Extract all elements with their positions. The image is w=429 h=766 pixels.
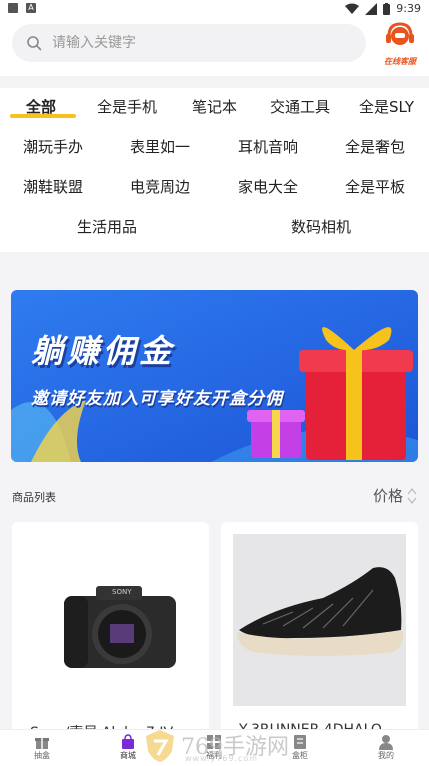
- price-sort-label: 价格: [372, 487, 403, 505]
- promo-banner[interactable]: 躺赚佣金 邀请好友加入可享好友开盒分佣: [11, 290, 418, 462]
- notification-icon: [8, 3, 18, 13]
- tab-label: 抽盒: [34, 751, 50, 760]
- product-list-header: 商品列表 价格: [12, 482, 417, 510]
- banner-subtitle: 邀请好友加入可享好友开盒分佣: [31, 389, 283, 409]
- product-card[interactable]: Y-3RUNNER 4DHALO: [221, 522, 418, 752]
- customer-service-button[interactable]: 在线客服: [378, 22, 422, 68]
- category-cameras[interactable]: 数码相机: [291, 216, 351, 237]
- category-audio[interactable]: 耳机音响: [238, 136, 298, 157]
- active-category-indicator: [10, 114, 76, 118]
- watermark-logo: [146, 730, 174, 762]
- user-icon: [379, 735, 393, 750]
- category-daily-goods[interactable]: 生活用品: [77, 216, 137, 237]
- category-row: 潮鞋联盟 电竞周边 家电大全 全是平板: [0, 176, 429, 206]
- category-row: 潮玩手办 表里如一 耳机音响 全是奢包: [0, 136, 429, 166]
- search-input[interactable]: [50, 34, 344, 52]
- price-sort-button[interactable]: 价格: [373, 485, 417, 506]
- category-luxury-bags[interactable]: 全是奢包: [345, 136, 405, 157]
- app-notification-icon: A: [26, 3, 36, 13]
- watermark-url: www.y769.com: [185, 754, 259, 763]
- status-time: 9:39: [396, 2, 421, 15]
- category-row: 全部 全是手机 笔记本 交通工具 全是SLY: [0, 96, 429, 126]
- header: 在线客服: [0, 20, 429, 76]
- category-watches[interactable]: 表里如一: [130, 136, 190, 157]
- category-panel: 全部 全是手机 笔记本 交通工具 全是SLY 潮玩手办 表里如一 耳机音响 全是…: [0, 88, 429, 252]
- category-row: 生活用品 数码相机: [0, 216, 429, 246]
- shopping-bag-icon: [122, 734, 134, 749]
- camera-image: SONY: [24, 534, 197, 706]
- category-phones[interactable]: 全是手机: [97, 96, 157, 117]
- category-appliances[interactable]: 家电大全: [238, 176, 298, 197]
- battery-icon: [383, 2, 391, 15]
- category-gaming[interactable]: 电竞周边: [130, 176, 190, 197]
- sort-arrows-icon: [407, 487, 417, 504]
- status-notifications: A: [8, 3, 36, 13]
- signal-icon: [365, 2, 378, 15]
- wifi-icon: [345, 3, 360, 14]
- product-card[interactable]: SONY Sony/索尼 Alpha 7 IV: [12, 522, 209, 752]
- banner-background: [11, 290, 418, 462]
- sneaker-image: [233, 534, 406, 706]
- headset-icon: [386, 22, 414, 45]
- banner-title: 躺赚佣金: [31, 332, 176, 370]
- search-box[interactable]: [12, 24, 366, 62]
- category-figures[interactable]: 潮玩手办: [23, 136, 83, 157]
- category-vehicles[interactable]: 交通工具: [270, 96, 330, 117]
- tab-blind-box[interactable]: 抽盒: [12, 734, 72, 761]
- gift-icon: [35, 738, 49, 749]
- watermark: 769手游网 www.y769.com: [145, 727, 315, 765]
- tab-mine[interactable]: 我的: [356, 734, 416, 761]
- status-bar: A 9:39: [0, 0, 429, 20]
- category-sneakers[interactable]: 潮鞋联盟: [23, 176, 83, 197]
- category-tablets[interactable]: 全是平板: [345, 176, 405, 197]
- category-laptops[interactable]: 笔记本: [192, 96, 237, 117]
- search-icon: [27, 36, 42, 51]
- product-list-title: 商品列表: [12, 491, 56, 504]
- customer-service-label: 在线客服: [384, 57, 416, 66]
- tab-label: 我的: [378, 751, 394, 760]
- svg-text:SONY: SONY: [112, 588, 132, 596]
- category-sly[interactable]: 全是SLY: [359, 96, 414, 117]
